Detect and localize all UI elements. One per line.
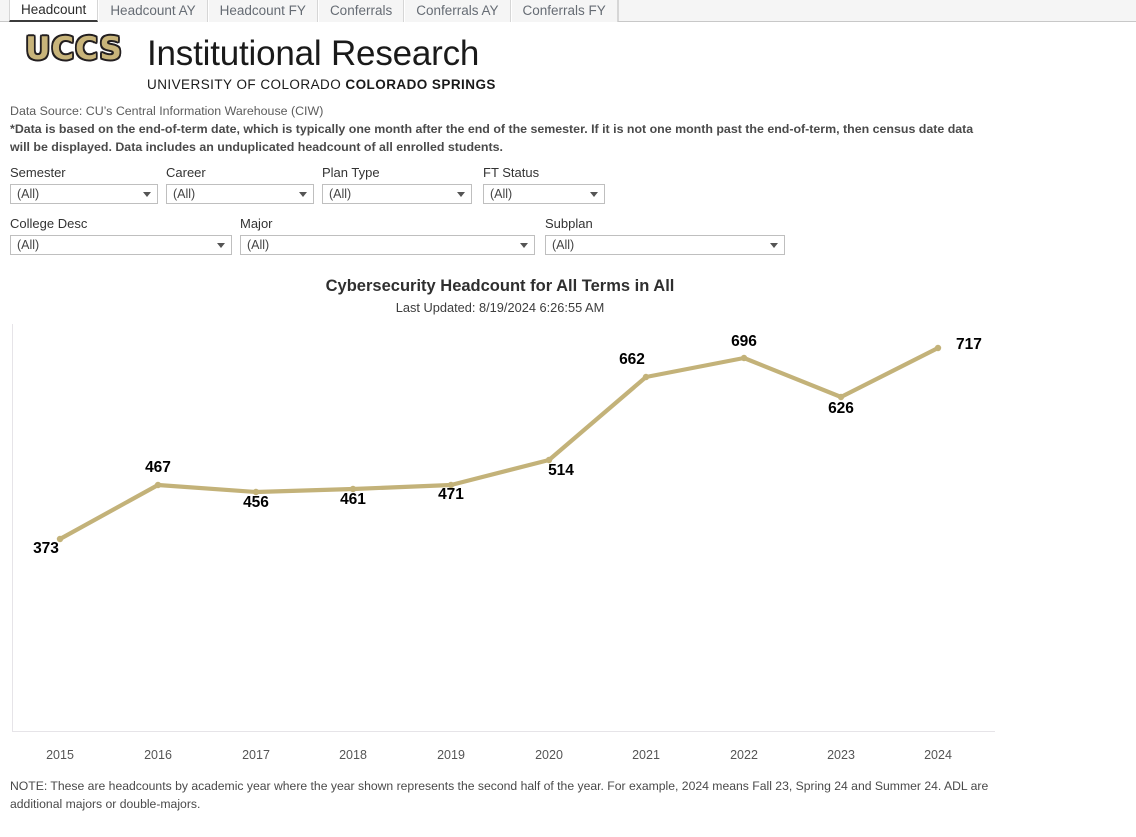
chart-value-label: 456 bbox=[243, 494, 269, 511]
filter-plan-type: Plan Type (All) bbox=[322, 165, 472, 204]
filter-subplan: Subplan (All) bbox=[545, 216, 785, 255]
chart-data-point[interactable] bbox=[934, 344, 942, 352]
filter-dropdown-major[interactable]: (All) bbox=[240, 235, 535, 255]
filter-ft-status: FT Status (All) bbox=[483, 165, 605, 204]
chart-data-point[interactable] bbox=[154, 481, 162, 489]
chevron-down-icon[interactable] bbox=[590, 191, 598, 197]
chevron-down-icon[interactable] bbox=[457, 191, 465, 197]
filter-major: Major (All) bbox=[240, 216, 535, 255]
filter-value-career: (All) bbox=[173, 187, 196, 201]
chart-data-point[interactable] bbox=[740, 354, 748, 362]
chart-data-point[interactable] bbox=[642, 373, 650, 381]
footer-note: NOTE: These are headcounts by academic y… bbox=[10, 779, 989, 811]
filter-value-college-desc: (All) bbox=[17, 238, 40, 252]
x-tick-label: 2022 bbox=[730, 748, 758, 762]
filter-value-major: (All) bbox=[247, 238, 270, 252]
filter-label-subplan: Subplan bbox=[545, 216, 593, 231]
chart-title: Cybersecurity Headcount for All Terms in… bbox=[325, 277, 675, 295]
filter-dropdown-ft-status[interactable]: (All) bbox=[483, 184, 605, 204]
x-tick-label: 2023 bbox=[827, 748, 855, 762]
filter-label-career: Career bbox=[166, 165, 206, 180]
filter-dropdown-career[interactable]: (All) bbox=[166, 184, 314, 204]
x-tick-label: 2021 bbox=[632, 748, 660, 762]
chart-value-label: 696 bbox=[731, 333, 757, 350]
chart-value-label: 717 bbox=[956, 336, 982, 353]
filter-value-ft-status: (All) bbox=[490, 187, 513, 201]
chevron-down-icon[interactable] bbox=[299, 191, 307, 197]
chevron-down-icon[interactable] bbox=[520, 242, 528, 248]
chevron-down-icon[interactable] bbox=[770, 242, 778, 248]
data-note-text: *Data is based on the end-of-term date, … bbox=[10, 122, 974, 154]
filter-label-ft-status: FT Status bbox=[483, 165, 540, 180]
filter-value-semester: (All) bbox=[17, 187, 40, 201]
chart-line-series bbox=[57, 345, 941, 542]
chevron-down-icon[interactable] bbox=[143, 191, 151, 197]
chevron-down-icon[interactable] bbox=[217, 242, 225, 248]
chart-svg: 373 467 456 461 471 514 662 696 626 717 bbox=[12, 324, 995, 732]
filter-panel: Semester (All) Career (All) Plan Type (All) FT… bbox=[0, 0, 1136, 255]
filter-dropdown-semester[interactable]: (All) bbox=[10, 184, 158, 204]
filter-dropdown-plan-type[interactable]: (All) bbox=[322, 184, 472, 204]
chart-value-label: 467 bbox=[145, 459, 171, 476]
chart-value-label: 461 bbox=[340, 491, 366, 508]
x-tick-label: 2020 bbox=[535, 748, 563, 762]
chart-value-label: 471 bbox=[438, 486, 464, 503]
x-tick-label: 2016 bbox=[144, 748, 172, 762]
x-axis-tick-labels: 2015 2016 2017 2018 2019 2020 2021 2022 2023 2024 bbox=[0, 748, 1000, 770]
filter-dropdown-subplan[interactable]: (All) bbox=[545, 235, 785, 255]
filter-semester: Semester (All) bbox=[10, 165, 158, 204]
x-tick-label: 2015 bbox=[46, 748, 74, 762]
filter-label-major: Major bbox=[240, 216, 273, 231]
filter-college-desc: College Desc (All) bbox=[10, 216, 232, 255]
chart-value-label: 514 bbox=[548, 462, 574, 479]
filter-value-subplan: (All) bbox=[552, 238, 575, 252]
chart-value-label: 626 bbox=[828, 400, 854, 417]
line-chart: 373 467 456 461 471 514 662 696 626 717 bbox=[0, 324, 1000, 744]
data-source-text: Data Source: CU’s Central Information Wa… bbox=[10, 104, 324, 118]
filter-label-plan-type: Plan Type bbox=[322, 165, 380, 180]
chart-value-label: 662 bbox=[619, 351, 645, 368]
filter-label-college-desc: College Desc bbox=[10, 216, 88, 231]
filter-label-semester: Semester bbox=[10, 165, 66, 180]
chart-last-updated: Last Updated: 8/19/2024 6:26:55 AM bbox=[395, 300, 605, 315]
x-tick-label: 2018 bbox=[339, 748, 367, 762]
filter-value-plan-type: (All) bbox=[329, 187, 352, 201]
x-tick-label: 2017 bbox=[242, 748, 270, 762]
x-tick-label: 2019 bbox=[437, 748, 465, 762]
x-tick-label: 2024 bbox=[924, 748, 952, 762]
chart-value-label: 373 bbox=[33, 540, 59, 557]
filter-dropdown-college-desc[interactable]: (All) bbox=[10, 235, 232, 255]
filter-career: Career (All) bbox=[166, 165, 314, 204]
